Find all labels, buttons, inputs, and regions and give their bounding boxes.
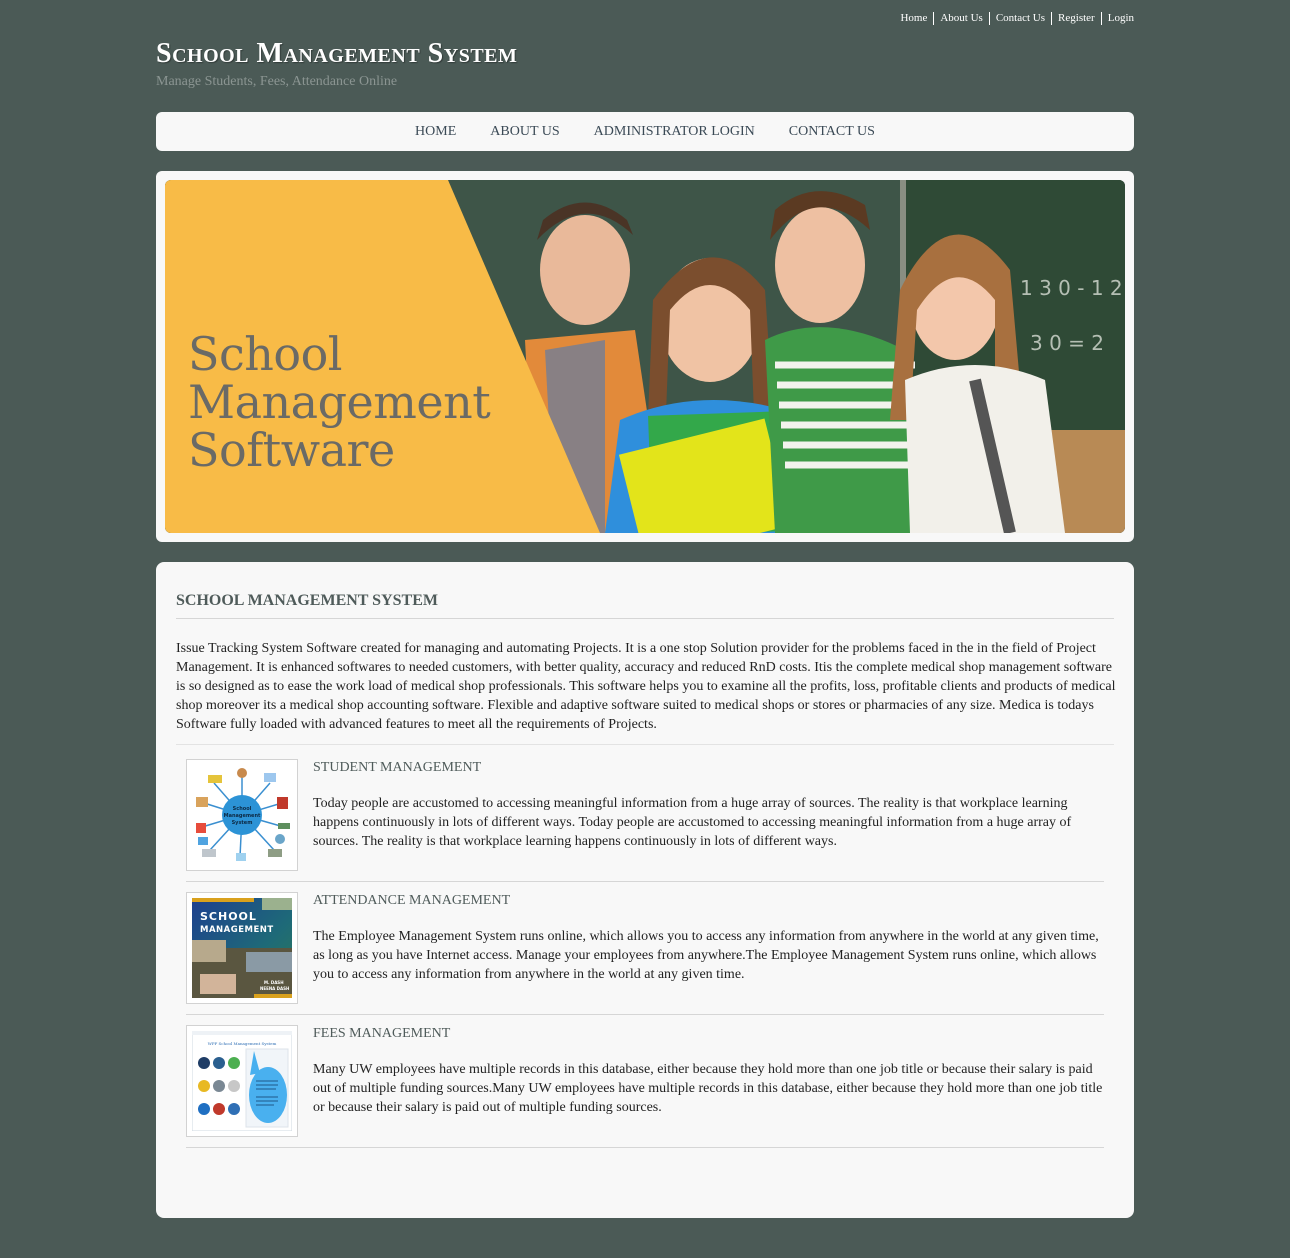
svg-text:WPF School Management System: WPF School Management System bbox=[208, 1041, 277, 1046]
top-link-login[interactable]: Login bbox=[1100, 12, 1134, 25]
top-link-contact-us[interactable]: Contact Us bbox=[988, 12, 1051, 25]
fees-app-screenshot-icon: WPF School Management System bbox=[192, 1031, 292, 1131]
feature-description: Today people are accustomed to accessing… bbox=[313, 796, 1072, 849]
top-link-home[interactable]: Home bbox=[894, 12, 933, 25]
site-title[interactable]: School Management System bbox=[156, 38, 517, 70]
hero-heading: School Management Software bbox=[188, 327, 491, 477]
attendance-management-thumbnail[interactable]: SCHOOL MANAGEMENT M. DASH NEENA DASH bbox=[186, 892, 298, 1004]
main-content: SCHOOL MANAGEMENT SYSTEM Issue Tracking … bbox=[156, 562, 1134, 1218]
nav-administrator-login[interactable]: ADMINISTRATOR LOGIN bbox=[594, 124, 755, 140]
divider bbox=[186, 1014, 1104, 1015]
svg-text:MANAGEMENT: MANAGEMENT bbox=[200, 925, 274, 935]
top-link-register[interactable]: Register bbox=[1051, 12, 1101, 25]
hero-line-3: Software bbox=[188, 423, 395, 477]
hero-line-2: Management bbox=[188, 375, 491, 429]
section-title: SCHOOL MANAGEMENT SYSTEM bbox=[176, 592, 438, 609]
main-nav: HOME ABOUT US ADMINISTRATOR LOGIN CONTAC… bbox=[156, 112, 1134, 151]
feature-title: FEES MANAGEMENT bbox=[313, 1026, 451, 1041]
feature-attendance-management: SCHOOL MANAGEMENT M. DASH NEENA DASH ATT… bbox=[186, 892, 1104, 1025]
svg-text:Management: Management bbox=[224, 813, 261, 819]
hero-container: 1 3 0 - 1 2 3 0 = 2 School Management So… bbox=[156, 171, 1134, 542]
feature-title: STUDENT MANAGEMENT bbox=[313, 760, 482, 775]
svg-text:NEENA DASH: NEENA DASH bbox=[260, 986, 289, 991]
svg-text:3 0 = 2: 3 0 = 2 bbox=[1030, 331, 1104, 355]
divider bbox=[186, 1147, 1104, 1148]
hero-line-1: School bbox=[188, 327, 343, 381]
nav-home[interactable]: HOME bbox=[415, 124, 456, 140]
top-link-about-us[interactable]: About Us bbox=[933, 12, 988, 25]
fees-management-thumbnail[interactable]: WPF School Management System bbox=[186, 1025, 298, 1137]
thumb-label-1: School bbox=[233, 806, 252, 812]
divider bbox=[176, 744, 1114, 745]
svg-text:M. DASH: M. DASH bbox=[264, 980, 284, 985]
feature-title: ATTENDANCE MANAGEMENT bbox=[313, 893, 511, 908]
hero-banner: 1 3 0 - 1 2 3 0 = 2 School Management So… bbox=[165, 180, 1125, 533]
nav-contact-us[interactable]: CONTACT US bbox=[789, 124, 875, 140]
school-management-book-cover-icon: SCHOOL MANAGEMENT M. DASH NEENA DASH bbox=[192, 898, 292, 998]
site-tagline: Manage Students, Fees, Attendance Online bbox=[156, 74, 398, 89]
svg-text:SCHOOL: SCHOOL bbox=[200, 910, 257, 923]
intro-paragraph: Issue Tracking System Software created f… bbox=[176, 641, 1116, 732]
feature-description: Many UW employees have multiple records … bbox=[313, 1062, 1103, 1115]
svg-text:System: System bbox=[232, 820, 253, 826]
school-system-diagram-icon: School Management System bbox=[192, 765, 292, 865]
top-links: Home About Us Contact Us Register Login bbox=[894, 12, 1134, 25]
feature-student-management: School Management System STUDENT MANAGEM… bbox=[186, 759, 1104, 892]
nav-about-us[interactable]: ABOUT US bbox=[490, 124, 559, 140]
student-management-thumbnail[interactable]: School Management System bbox=[186, 759, 298, 871]
svg-text:1 3 0 - 1 2: 1 3 0 - 1 2 bbox=[1020, 276, 1123, 300]
feature-fees-management: WPF School Management System FEES MANAGE… bbox=[186, 1025, 1104, 1158]
feature-description: The Employee Management System runs onli… bbox=[313, 929, 1099, 982]
divider bbox=[176, 618, 1114, 619]
divider bbox=[186, 881, 1104, 882]
